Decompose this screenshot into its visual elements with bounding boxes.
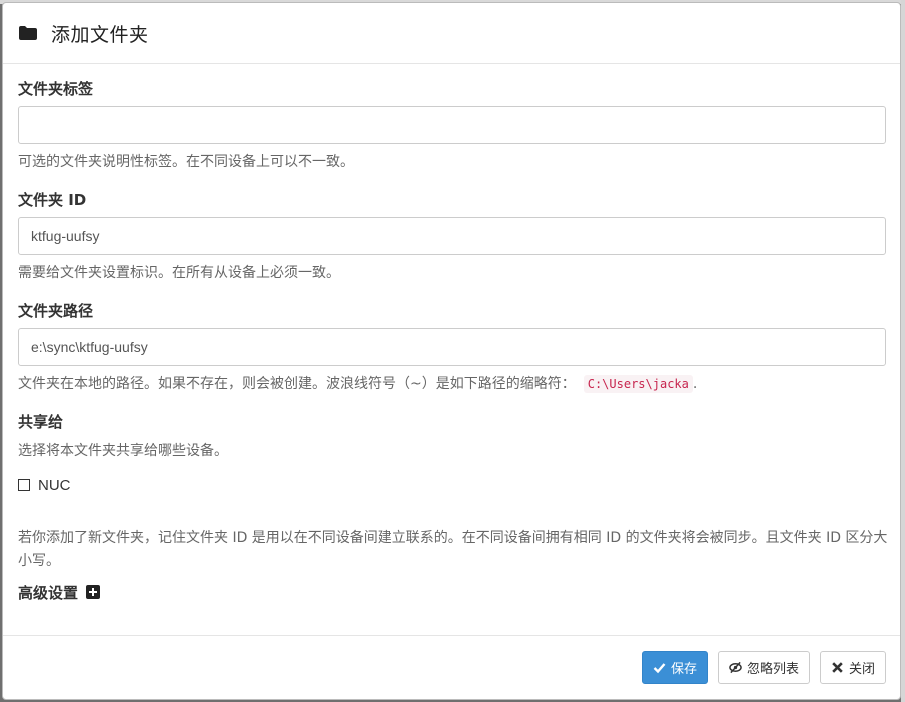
close-icon [832, 662, 843, 673]
folder-id-group: 文件夹 ID ktfug-uufsy 需要给文件夹设置标识。在所有从设备上必须一… [18, 189, 886, 283]
folder-path-input[interactable]: e:\sync\ktfug-uufsy [18, 328, 886, 366]
dialog-footer: 保存 忽略列表 关闭 [3, 635, 900, 699]
advanced-settings-toggle[interactable]: 高级设置 [18, 581, 885, 603]
folder-label-input[interactable] [18, 106, 886, 144]
close-button[interactable]: 关闭 [819, 651, 886, 684]
dialog-title: 添加文件夹 [51, 23, 149, 46]
device-checkbox-nuc[interactable]: NUC [18, 475, 885, 495]
save-button[interactable]: 保存 [641, 651, 708, 684]
plus-square-icon[interactable] [86, 585, 101, 599]
folder-path-help: 文件夹在本地的路径。如果不存在，则会被创建。波浪线符号（~）是如下路径的缩略符：… [18, 374, 885, 394]
eye-slash-icon [729, 661, 742, 674]
folder-label-title: 文件夹标签 [18, 80, 94, 98]
ignore-patterns-label: 忽略列表 [746, 662, 799, 677]
share-title: 共享给 [18, 413, 64, 431]
share-group: 共享给 选择将本文件夹共享给哪些设备。 NUC [18, 411, 885, 495]
folder-label-group: 文件夹标签 可选的文件夹说明性标签。在不同设备上可以不一致。 [18, 78, 886, 172]
add-folder-dialog: 添加文件夹 文件夹标签 可选的文件夹说明性标签。在不同设备上可以不一致。 文件夹… [2, 2, 901, 700]
folder-path-help-suffix: . [692, 376, 698, 392]
folder-icon [19, 26, 37, 40]
device-name: NUC [38, 476, 71, 494]
advanced-settings-label[interactable]: 高级设置 [18, 582, 78, 603]
folder-label-help: 可选的文件夹说明性标签。在不同设备上可以不一致。 [18, 154, 354, 170]
save-button-label: 保存 [670, 662, 697, 677]
folder-path-group: 文件夹路径 e:\sync\ktfug-uufsy 文件夹在本地的路径。如果不存… [18, 300, 886, 394]
home-dir-code: C:\Users\jacka [583, 375, 693, 393]
background-page-edge [901, 0, 905, 702]
folder-path-title: 文件夹路径 [18, 302, 94, 320]
share-help: 选择将本文件夹共享给哪些设备。 [18, 443, 228, 459]
dialog-header: 添加文件夹 [3, 3, 900, 64]
ignore-patterns-button[interactable]: 忽略列表 [717, 651, 810, 684]
folder-id-input[interactable]: ktfug-uufsy [18, 217, 886, 255]
close-button-label: 关闭 [848, 662, 875, 677]
dialog-body: 文件夹标签 可选的文件夹说明性标签。在不同设备上可以不一致。 文件夹 ID kt… [3, 64, 900, 636]
checkbox-icon[interactable] [18, 479, 30, 491]
folder-id-title: 文件夹 ID [18, 191, 87, 209]
folder-id-help: 需要给文件夹设置标识。在所有从设备上必须一致。 [18, 265, 340, 281]
folder-id-note: 若你添加了新文件夹，记住文件夹 ID 是用以在不同设备间建立联系的。在不同设备间… [18, 530, 888, 569]
folder-path-help-text: 文件夹在本地的路径。如果不存在，则会被创建。波浪线符号（~）是如下路径的缩略符： [18, 376, 576, 392]
check-icon [653, 663, 666, 674]
